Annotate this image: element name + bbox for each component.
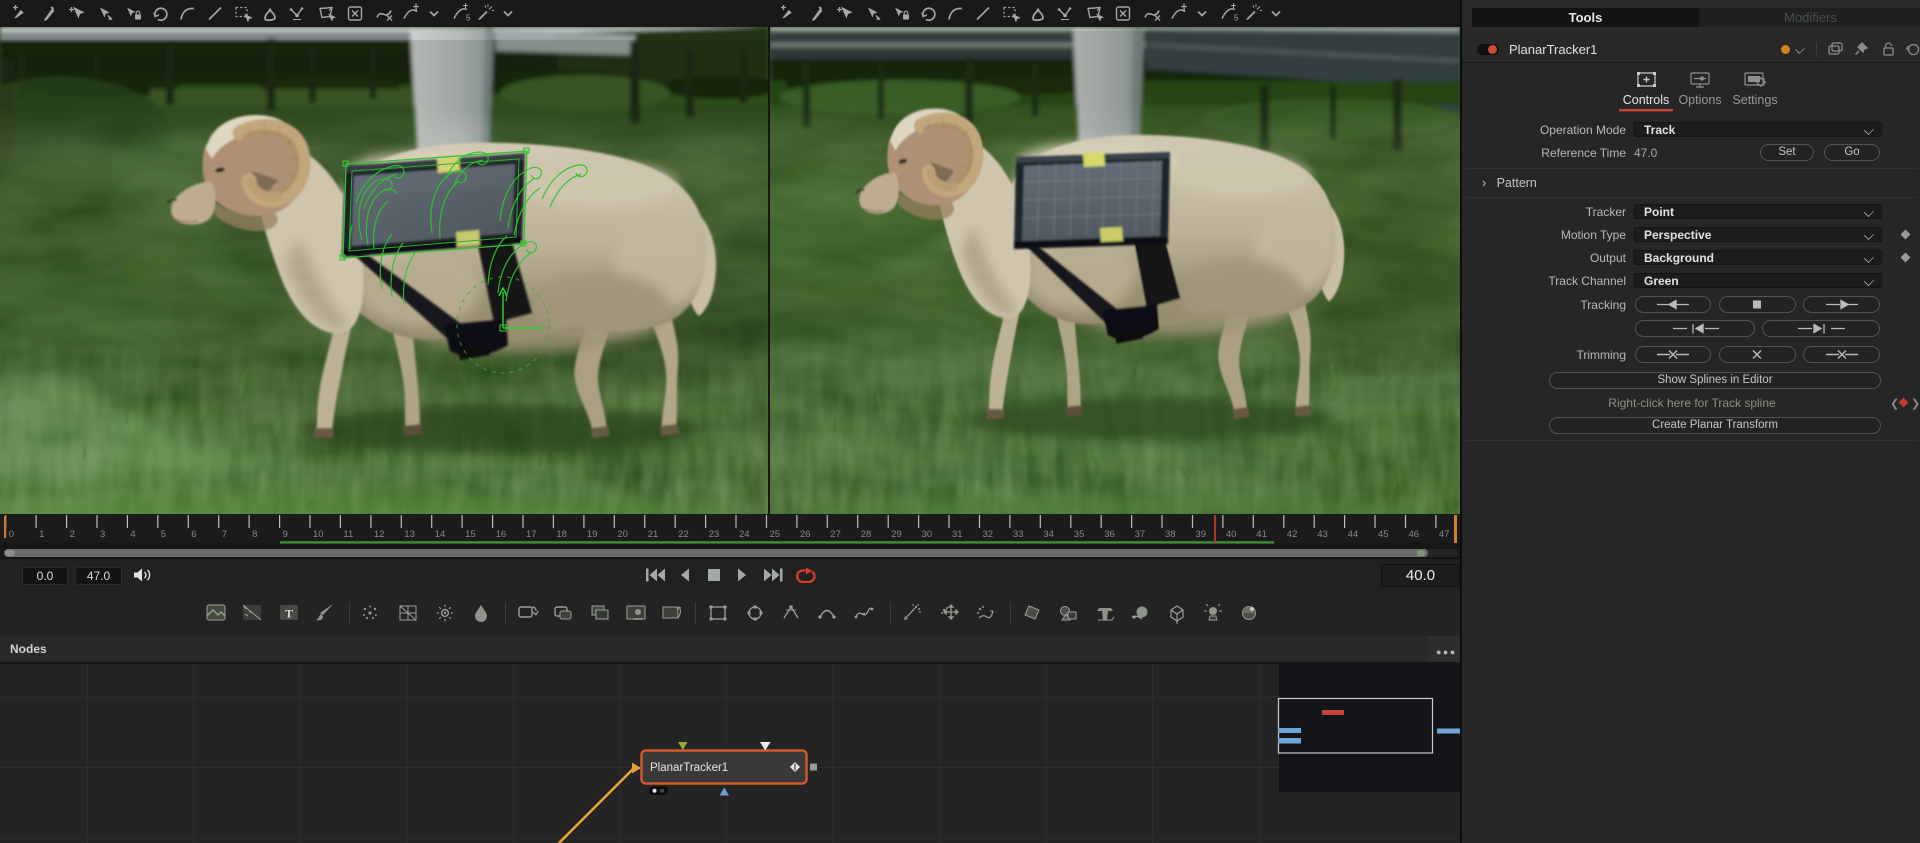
- svg-text:Settings: Settings: [1732, 93, 1777, 107]
- svg-text:5: 5: [466, 14, 471, 23]
- svg-text:40: 40: [1226, 529, 1237, 540]
- svg-text:43: 43: [1317, 529, 1328, 540]
- svg-text:23: 23: [709, 529, 720, 540]
- svg-text:29: 29: [891, 529, 902, 540]
- svg-text:42: 42: [1287, 529, 1298, 540]
- svg-text:28: 28: [861, 529, 872, 540]
- svg-text:12: 12: [374, 529, 385, 540]
- svg-text:26: 26: [800, 529, 811, 540]
- svg-text:6: 6: [191, 529, 196, 540]
- svg-text:19: 19: [587, 529, 598, 540]
- svg-text:46: 46: [1409, 529, 1420, 540]
- svg-text:Controls: Controls: [1623, 93, 1670, 107]
- svg-text:2: 2: [70, 529, 75, 540]
- svg-text:27: 27: [830, 529, 841, 540]
- svg-text:37: 37: [1135, 529, 1146, 540]
- svg-text:13: 13: [404, 529, 415, 540]
- svg-text:15: 15: [465, 529, 476, 540]
- svg-text:11: 11: [343, 529, 353, 540]
- svg-text:20: 20: [617, 529, 628, 540]
- svg-text:PlanarTracker1: PlanarTracker1: [650, 762, 728, 774]
- svg-text:30: 30: [922, 529, 933, 540]
- svg-text:0: 0: [9, 529, 14, 540]
- svg-text:7: 7: [222, 529, 227, 540]
- svg-text:45: 45: [1378, 529, 1389, 540]
- svg-text:47: 47: [1439, 529, 1450, 540]
- svg-text:3: 3: [100, 529, 105, 540]
- svg-text:33: 33: [1013, 529, 1024, 540]
- svg-text:5: 5: [161, 529, 166, 540]
- svg-text:32: 32: [983, 529, 994, 540]
- svg-text:34: 34: [1043, 529, 1054, 540]
- svg-text:10: 10: [313, 529, 324, 540]
- svg-text:8: 8: [252, 529, 257, 540]
- svg-text:35: 35: [1074, 529, 1085, 540]
- svg-text:16: 16: [496, 529, 507, 540]
- svg-text:38: 38: [1165, 529, 1176, 540]
- svg-text:22: 22: [678, 529, 689, 540]
- svg-text:14: 14: [435, 529, 446, 540]
- svg-text:5: 5: [1234, 14, 1239, 23]
- svg-text:T: T: [285, 607, 293, 621]
- svg-text:4: 4: [130, 529, 135, 540]
- svg-text:24: 24: [739, 529, 750, 540]
- svg-text:44: 44: [1348, 529, 1359, 540]
- svg-text:41: 41: [1256, 529, 1267, 540]
- svg-text:Options: Options: [1678, 93, 1721, 107]
- svg-text:21: 21: [648, 529, 659, 540]
- svg-text:9: 9: [283, 529, 288, 540]
- svg-text:1: 1: [39, 529, 44, 540]
- svg-text:39: 39: [1196, 529, 1207, 540]
- svg-text:25: 25: [770, 529, 781, 540]
- svg-text:18: 18: [556, 529, 567, 540]
- svg-text:36: 36: [1104, 529, 1115, 540]
- svg-text:31: 31: [952, 529, 963, 540]
- svg-text:17: 17: [526, 529, 537, 540]
